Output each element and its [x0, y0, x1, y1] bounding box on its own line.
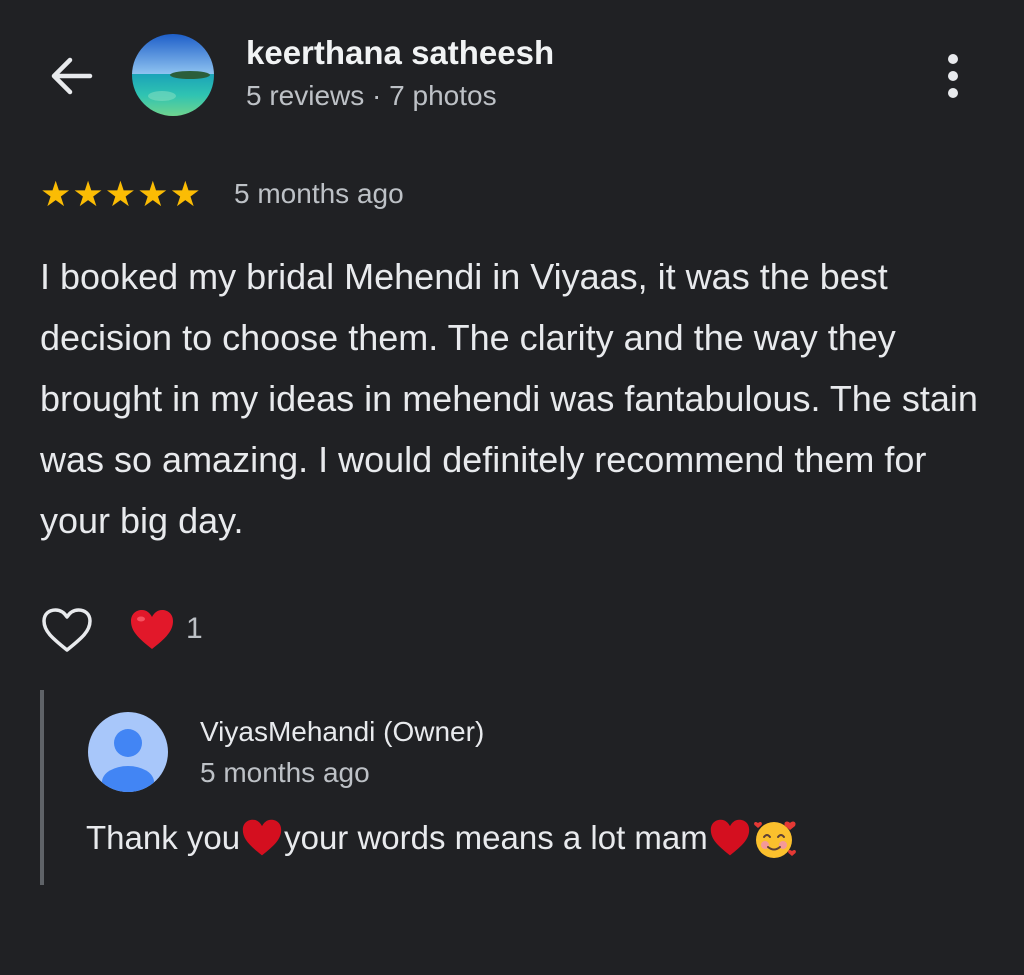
heart-reaction[interactable] — [128, 607, 176, 653]
red-heart-icon — [131, 610, 173, 649]
person-icon — [88, 712, 168, 792]
reply-text-part1: Thank you — [86, 819, 241, 856]
red-heart-icon — [710, 819, 749, 856]
red-heart-icon — [242, 819, 282, 856]
owner-name: ViyasMehandi (Owner) — [200, 716, 485, 747]
star-icon: ★ — [72, 175, 104, 214]
reviewer-avatar[interactable] — [132, 34, 214, 116]
owner-reply-time: 5 months ago — [200, 757, 370, 788]
reviewer-meta: 5 reviews · 7 photos — [246, 80, 497, 111]
star-icon: ★ — [137, 175, 169, 214]
more-options-button[interactable] — [936, 50, 970, 102]
review-time: 5 months ago — [234, 178, 404, 209]
star-rating: ★ ★ ★ ★ ★ — [40, 177, 201, 213]
reply-divider — [40, 690, 44, 885]
more-vert-icon — [948, 54, 958, 98]
star-icon: ★ — [169, 175, 201, 214]
reaction-count: 1 — [186, 612, 203, 645]
reviewer-avatar-image — [132, 34, 214, 116]
back-button[interactable] — [40, 48, 104, 104]
reviewer-name[interactable]: keerthana satheesh — [246, 34, 554, 72]
heart-outline-icon — [42, 608, 92, 652]
star-icon: ★ — [104, 175, 137, 214]
arrow-left-icon — [51, 57, 93, 95]
smiling-face-with-hearts-icon — [753, 821, 796, 858]
owner-reply-text: Thank you your words means a lot mam — [86, 815, 798, 861]
like-button[interactable] — [40, 606, 94, 656]
review-text: I booked my bridal Mehendi in Viyaas, it… — [40, 256, 978, 541]
reply-text-part2: your words means a lot mam — [284, 819, 708, 856]
star-icon: ★ — [40, 175, 72, 214]
owner-avatar — [88, 712, 168, 792]
